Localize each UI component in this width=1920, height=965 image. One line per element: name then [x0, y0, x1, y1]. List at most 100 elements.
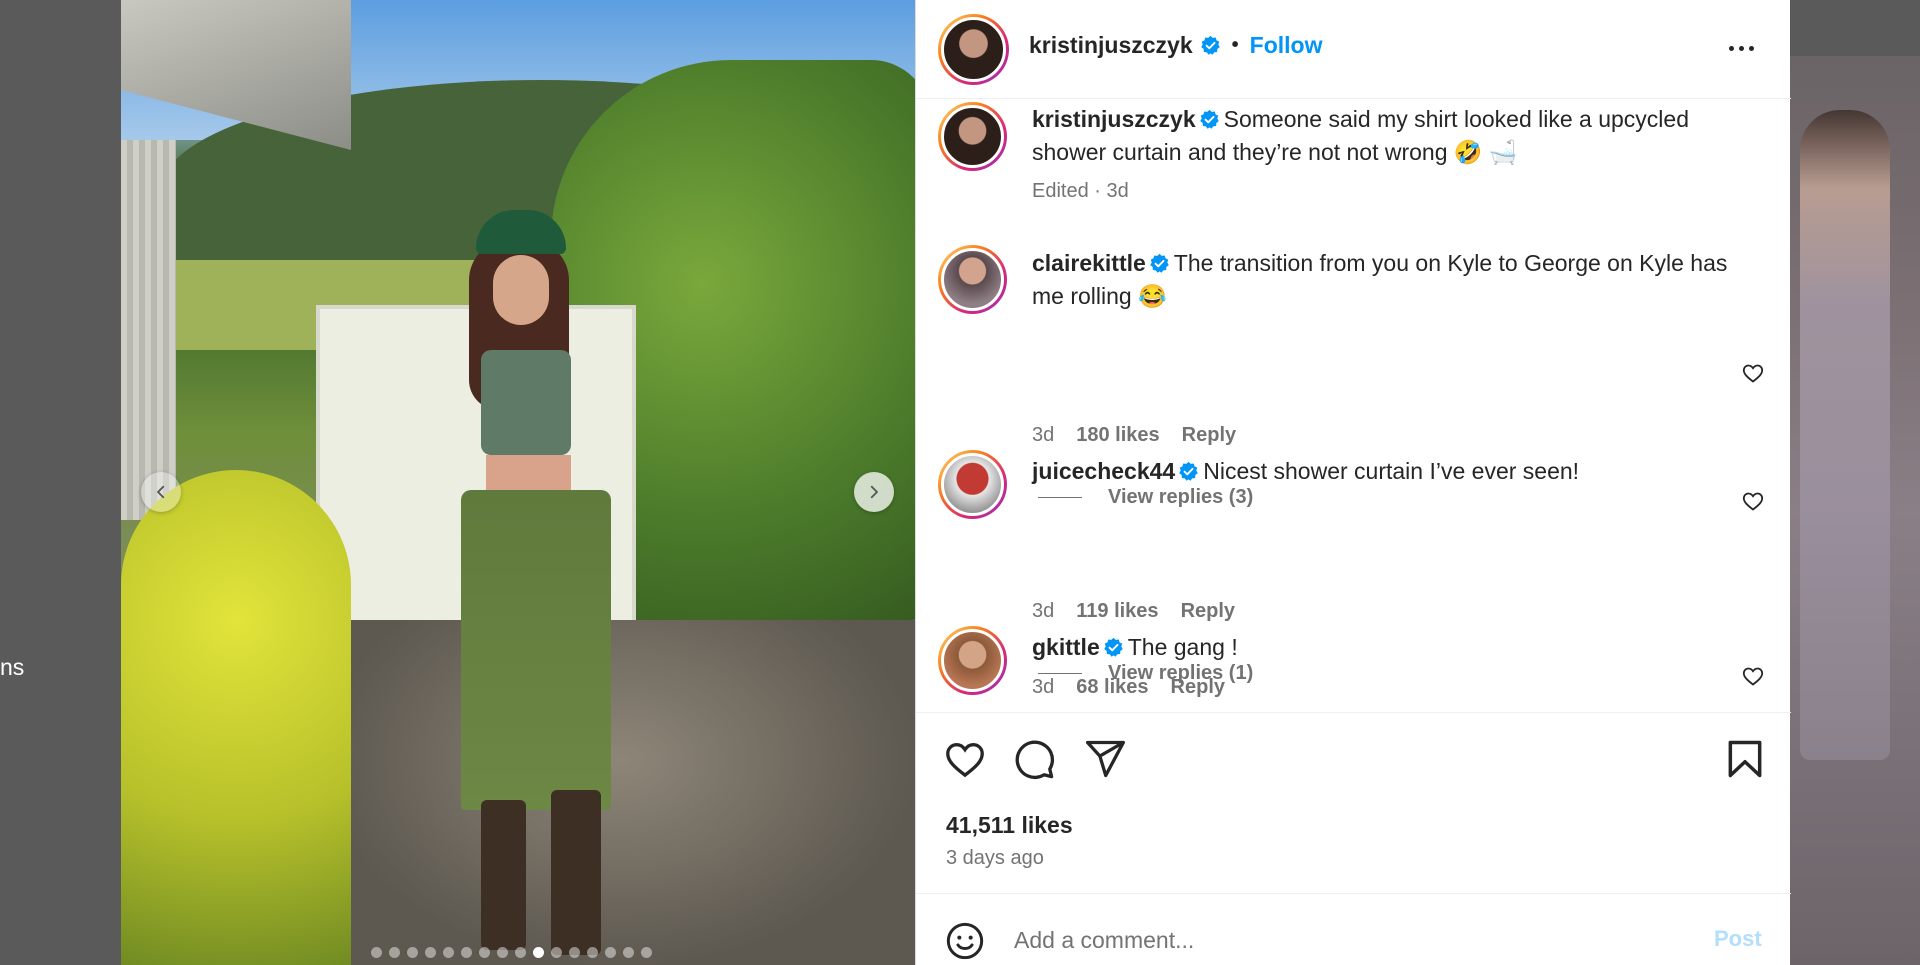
carousel-dots [371, 947, 652, 958]
avatar-image [941, 629, 1004, 692]
carousel-dot [551, 947, 562, 958]
carousel-dot [425, 947, 436, 958]
carousel-dot [443, 947, 454, 958]
post-actions: 41,511 likes 3 days ago [916, 712, 1791, 892]
more-options-button[interactable] [1724, 38, 1758, 58]
carousel-dot [461, 947, 472, 958]
carousel-dot [623, 947, 634, 958]
comment-body: juicecheck44 Nicest shower curtain I’ve e… [1032, 455, 1732, 488]
more-icon-dot [1738, 45, 1744, 51]
verified-icon [1179, 461, 1198, 481]
avatar-image [941, 453, 1004, 516]
header-username[interactable]: kristinjuszczyk [1029, 32, 1193, 59]
follow-button[interactable]: Follow [1250, 32, 1323, 59]
person-top [481, 350, 571, 455]
emoji-icon[interactable] [945, 921, 985, 961]
comment-meta: 3d 180 likes Reply [1032, 424, 1236, 447]
comment-likes[interactable]: 119 likes [1076, 600, 1158, 623]
like-comment-heart-icon[interactable] [1741, 664, 1765, 688]
reply-button[interactable]: Reply [1171, 676, 1225, 699]
comment-text: Nicest shower curtain I’ve ever seen! [1203, 458, 1580, 484]
avatar-image [941, 17, 1006, 82]
view-replies-label: View replies (3) [1108, 486, 1254, 508]
caption-avatar[interactable] [938, 102, 1007, 171]
comment-text: The gang ! [1127, 634, 1238, 660]
reply-button[interactable]: Reply [1181, 600, 1235, 623]
comment-meta: 3d 68 likes Reply [1032, 676, 1225, 699]
like-comment-heart-icon[interactable] [1741, 489, 1765, 513]
post-likes-count[interactable]: 41,511 likes [946, 812, 1073, 839]
reply-button[interactable]: Reply [1182, 424, 1236, 447]
header-separator: • [1231, 34, 1239, 56]
backdrop-left [0, 0, 121, 965]
comment-time: Edited · 3d [1032, 180, 1129, 202]
carousel-dot [605, 947, 616, 958]
carousel-dot [587, 947, 598, 958]
view-replies-line [1038, 673, 1082, 674]
bookmark-icon[interactable] [1723, 737, 1767, 781]
next-post-figure [1800, 110, 1890, 760]
comment-likes[interactable]: 180 likes [1076, 424, 1159, 447]
post-time: 3 days ago [946, 847, 1044, 869]
comment-meta: Edited · 3d [1032, 180, 1129, 203]
like-comment-heart-icon[interactable] [1741, 361, 1765, 385]
comment-likes[interactable]: 68 likes [1076, 676, 1148, 699]
comment-input[interactable] [1014, 923, 1664, 957]
chevron-left-icon [157, 485, 165, 499]
comment-avatar[interactable] [938, 450, 1007, 519]
carousel-dot [515, 947, 526, 958]
photo-wall [121, 140, 176, 520]
verified-icon [1150, 253, 1169, 273]
comment-username[interactable]: gkittle [1032, 634, 1100, 660]
previous-photo-button[interactable] [141, 472, 181, 512]
chevron-right-icon [870, 485, 878, 499]
comment-body: gkittle The gang ! [1032, 631, 1732, 664]
header-avatar[interactable] [938, 14, 1009, 85]
backdrop-text: ns [0, 654, 25, 680]
person-hat [476, 210, 566, 254]
comment-body: clairekittle The transition from you on K… [1032, 247, 1732, 313]
carousel-dot [389, 947, 400, 958]
post-photo [121, 0, 915, 965]
carousel-dot [371, 947, 382, 958]
photo-person [421, 210, 641, 965]
heart-icon[interactable] [943, 737, 987, 781]
post-header: kristinjuszczyk • Follow [916, 0, 1791, 99]
add-comment-bar: Post [916, 893, 1791, 965]
comment-time: 3d [1032, 600, 1055, 622]
comment-avatar[interactable] [938, 626, 1007, 695]
verified-icon [1200, 35, 1220, 55]
comment-avatar[interactable] [938, 245, 1007, 314]
carousel-dot [407, 947, 418, 958]
comment-username[interactable]: kristinjuszczyk [1032, 106, 1196, 132]
next-photo-button[interactable] [854, 472, 894, 512]
photo-bush [121, 470, 351, 965]
comment-username[interactable]: juicecheck44 [1032, 458, 1175, 484]
post-sidebar: kristinjuszczyk • Follow kristinjuszczyk… [915, 0, 1791, 965]
avatar-image [941, 248, 1004, 311]
verified-icon [1199, 109, 1219, 129]
more-icon-dot [1748, 45, 1754, 51]
avatar-image [941, 105, 1004, 168]
comment-username[interactable]: clairekittle [1032, 250, 1146, 276]
comment-time: 3d [1032, 676, 1055, 698]
comment-icon[interactable] [1012, 737, 1056, 781]
view-replies-line [1038, 497, 1082, 498]
carousel-dot [533, 947, 544, 958]
person-pants [461, 490, 611, 810]
carousel-dot [569, 947, 580, 958]
verified-icon [1103, 637, 1123, 657]
carousel-dot [497, 947, 508, 958]
person-face [493, 255, 549, 325]
person-midriff [486, 455, 571, 495]
share-icon[interactable] [1083, 737, 1127, 781]
caption-text: kristinjuszczyk Someone said my shirt loo… [1032, 103, 1732, 169]
header-user: kristinjuszczyk • Follow [1029, 32, 1322, 59]
post-comment-button[interactable]: Post [1714, 926, 1762, 952]
comment-meta: 3d 119 likes Reply [1032, 600, 1235, 623]
view-replies-button[interactable]: View replies (3) [1038, 486, 1253, 509]
comments-list: kristinjuszczyk Someone said my shirt loo… [916, 100, 1791, 712]
more-icon [1728, 45, 1734, 51]
carousel-dot [641, 947, 652, 958]
backdrop-top-bar [1790, 0, 1920, 56]
